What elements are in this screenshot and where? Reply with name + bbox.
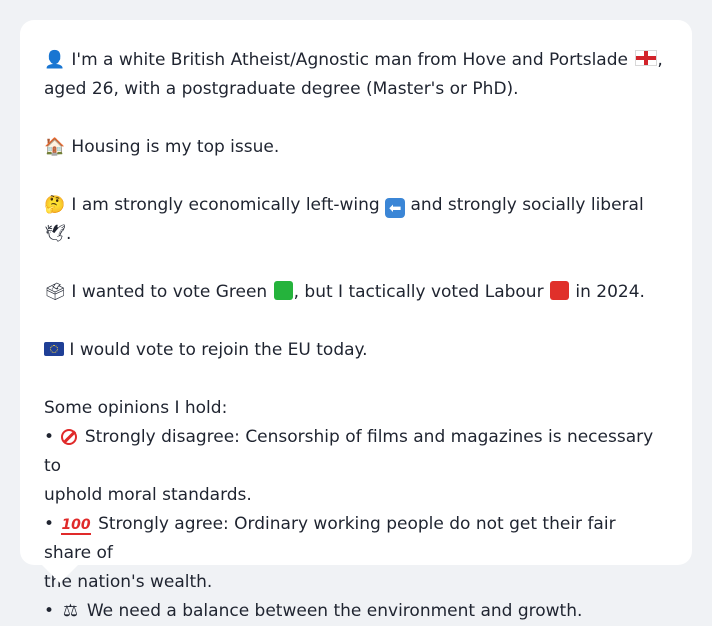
opinion-2-text: Strongly agree: Ordinary working people … (44, 514, 616, 563)
vote-green-text: I wanted to vote Green (71, 282, 268, 302)
red-square-icon (549, 281, 569, 300)
intro-text: I'm a white British Atheist/Agnostic man… (71, 50, 628, 70)
person-icon: 👤 (44, 50, 66, 70)
ideology-period: . (66, 224, 72, 244)
prohibited-icon (61, 429, 78, 445)
opinion-3-text: We need a balance between the environmen… (86, 601, 583, 621)
green-square-icon (273, 281, 293, 300)
england-flag-icon (635, 50, 658, 66)
opinions-paragraph: Some opinions I hold: • Strongly disagre… (44, 394, 668, 626)
ideology-paragraph: 🤔 I am strongly economically left-wing ⬅… (44, 191, 668, 249)
dove-icon: 🕊 (44, 224, 66, 244)
opinion-item: • 100 Strongly agree: Ordinary working p… (44, 510, 668, 568)
bullet: • (44, 601, 55, 621)
social-text: and strongly socially liberal (410, 195, 644, 215)
hundred-points-icon: 100 (61, 517, 91, 535)
vote-paragraph: 🗳 I wanted to vote Green , but I tactica… (44, 278, 668, 307)
vote-labour-text: , but I tactically voted Labour (293, 282, 544, 302)
intro-paragraph: 👤 I'm a white British Atheist/Agnostic m… (44, 46, 668, 104)
house-icon: 🏠 (44, 137, 66, 157)
opinion-1-continuation: uphold moral standards. (44, 485, 252, 505)
eu-flag-icon (44, 342, 64, 356)
message-bubble: 👤 I'm a white British Atheist/Agnostic m… (20, 20, 692, 621)
opinions-heading: Some opinions I hold: (44, 398, 228, 418)
eu-paragraph: I would vote to rejoin the EU today. (44, 336, 668, 365)
intro-line-2: aged 26, with a postgraduate degree (Mas… (44, 79, 519, 99)
housing-text: Housing is my top issue. (71, 137, 280, 157)
balance-scale-icon: ⚖ (62, 601, 79, 621)
housing-paragraph: 🏠 Housing is my top issue. (44, 133, 668, 162)
bullet: • (44, 514, 55, 534)
opinion-2-continuation: the nation's wealth. (44, 572, 213, 592)
bullet: • (44, 427, 55, 447)
ballot-box-icon: 🗳 (44, 282, 66, 302)
left-arrow-icon: ⬅ (385, 198, 406, 218)
thinking-face-icon: 🤔 (44, 195, 66, 215)
economic-text: I am strongly economically left-wing (71, 195, 380, 215)
opinion-item: • ⚖ We need a balance between the enviro… (44, 597, 668, 626)
opinion-1-text: Strongly disagree: Censorship of films a… (44, 427, 654, 476)
opinion-item: • Strongly disagree: Censorship of films… (44, 423, 668, 481)
eu-text: I would vote to rejoin the EU today. (69, 340, 368, 360)
intro-comma: , (657, 50, 663, 70)
bubble-tail (40, 563, 80, 583)
vote-year-text: in 2024. (575, 282, 645, 302)
